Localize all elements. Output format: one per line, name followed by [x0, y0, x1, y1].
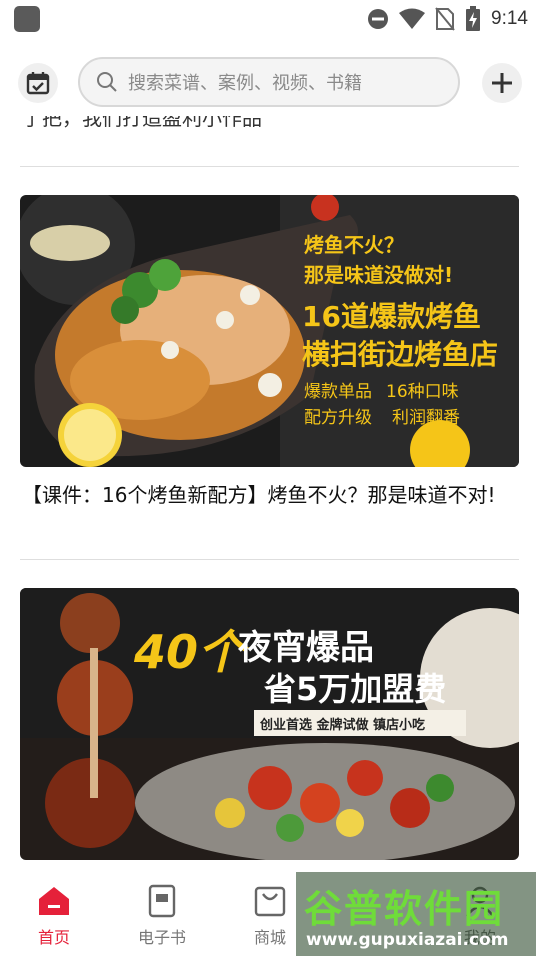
feed-item-image[interactable]: 烤鱼不火？ 那是味道没做对! 16道爆款烤鱼 横扫街边烤鱼店 爆款单品 16种口… [20, 195, 519, 467]
watermark-url: www.gupuxiazai.com [306, 930, 509, 950]
plus-icon [492, 73, 512, 93]
watermark-title: 谷普软件园 [304, 887, 505, 931]
image-headline1: 夜宵爆品 [238, 628, 374, 668]
dnd-icon [368, 9, 389, 29]
image-tag: 爆款单品 [304, 382, 372, 402]
divider [20, 559, 519, 560]
status-time: 9:14 [491, 8, 528, 29]
image-headline1: 16道爆款烤鱼 [302, 300, 481, 333]
ebook-icon [148, 884, 176, 918]
add-button[interactable] [482, 63, 522, 103]
nav-item-home[interactable]: 首页 [14, 884, 94, 948]
image-tag: 配方升级 [304, 408, 372, 428]
wifi-icon [399, 8, 426, 29]
feed-item-title[interactable]: 【课件：16个烤鱼新配方】烤鱼不火？那是味道不对! [22, 482, 502, 508]
feed-list[interactable]: 了把，我们打造盈利小作品 烤鱼不火？ 那是味道没做对! 16道爆款烤鱼 横扫街边… [0, 116, 540, 860]
calendar-button[interactable] [18, 63, 58, 103]
search-placeholder: 搜索菜谱、案例、视频、书籍 [128, 73, 362, 94]
feed-item-image[interactable]: 40个 夜宵爆品 省5万加盟费 创业首选 金牌试做 镇店小吃 [20, 588, 519, 860]
calendar-check-icon [26, 72, 50, 95]
shopping-bag-icon [254, 886, 286, 917]
no-sim-icon [435, 7, 455, 31]
image-banner: 创业首选 金牌试做 镇店小吃 [260, 718, 426, 733]
watermark: 谷普软件园 www.gupuxiazai.com [296, 872, 536, 956]
image-headline2: 横扫街边烤鱼店 [302, 338, 499, 371]
top-bar: 搜索菜谱、案例、视频、书籍 [0, 52, 540, 114]
battery-charging-icon [466, 6, 481, 31]
nav-label: 首页 [37, 928, 70, 947]
previous-item-title[interactable]: 了把，我们打造盈利小作品 [22, 116, 262, 131]
image-tag: 16种口味 [386, 382, 459, 402]
status-icons: 9:14 [367, 6, 528, 32]
home-icon [39, 887, 69, 915]
search-input[interactable]: 搜索菜谱、案例、视频、书籍 [78, 57, 460, 107]
image-tag: 利润翻番 [392, 408, 460, 428]
nav-label: 电子书 [137, 928, 186, 947]
nav-item-ebook[interactable]: 电子书 [122, 884, 202, 948]
status-bar: 9:14 [0, 0, 540, 38]
image-text-line1: 烤鱼不火？ [304, 233, 404, 257]
app-notification-icon [14, 6, 40, 32]
search-icon [97, 72, 117, 92]
divider [20, 166, 519, 167]
image-headline-number: 40个 [134, 625, 245, 679]
image-text-line2: 那是味道没做对! [304, 263, 454, 287]
image-headline2: 省5万加盟费 [264, 670, 447, 708]
